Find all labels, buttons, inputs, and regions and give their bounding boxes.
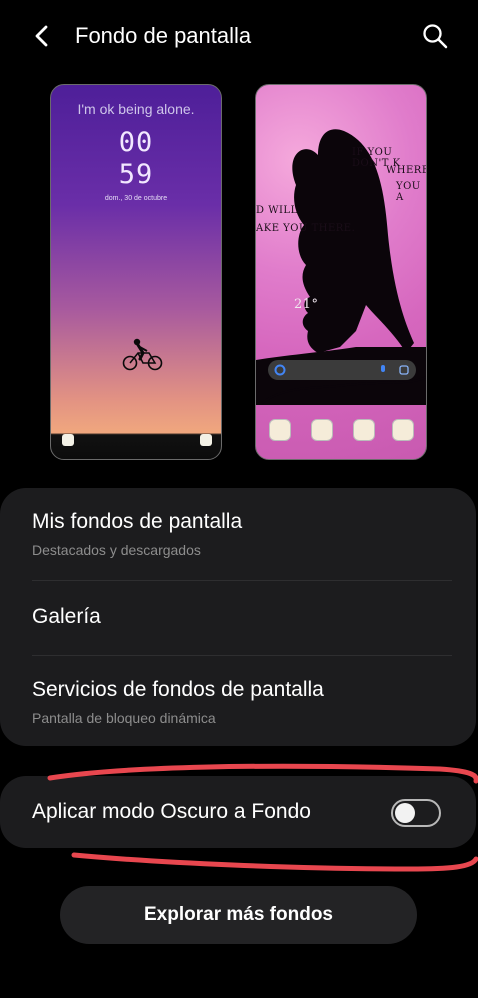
- alice-silhouette: [256, 129, 426, 405]
- lock-quote: I'm ok being alone.: [77, 101, 195, 117]
- my-wallpapers-subtitle: Destacados y descargados: [32, 542, 201, 558]
- home-text-line-3: YOU A: [396, 181, 421, 203]
- gallery-item[interactable]: Galería: [0, 581, 476, 655]
- camera-app-icon: [392, 419, 414, 441]
- camera-shortcut-icon: [200, 434, 212, 446]
- my-wallpapers-item[interactable]: Mis fondos de pantalla Destacados y desc…: [0, 488, 476, 580]
- wallpaper-services-title: Servicios de fondos de pantalla: [32, 678, 324, 701]
- google-logo-icon: [274, 364, 286, 376]
- weather-widget: 21°: [294, 297, 319, 312]
- google-search-bar: [268, 360, 416, 380]
- cyclist-silhouette: [122, 338, 163, 371]
- back-arrow-icon[interactable]: [28, 22, 56, 50]
- lock-clock-hour: 00: [118, 127, 154, 158]
- my-wallpapers-title: Mis fondos de pantalla: [32, 510, 243, 533]
- dark-mode-toggle[interactable]: [391, 799, 441, 827]
- chrome-app-icon: [353, 419, 375, 441]
- home-text-line-4: D WILL: [256, 205, 298, 216]
- home-text-line-2: WHERE: [386, 165, 427, 176]
- phone-shortcut-icon: [62, 434, 74, 446]
- app-header: Fondo de pantalla: [0, 0, 478, 72]
- gallery-title: Galería: [32, 605, 101, 628]
- search-icon[interactable]: [420, 21, 450, 51]
- microphone-icon: [381, 365, 385, 372]
- page-title: Fondo de pantalla: [75, 23, 252, 48]
- explore-more-wallpapers-button[interactable]: Explorar más fondos: [60, 886, 417, 944]
- wallpaper-services-subtitle: Pantalla de bloqueo dinámica: [32, 710, 216, 726]
- home-text-line-5: AKE YOU THERE.: [256, 223, 356, 234]
- dark-mode-label: Aplicar modo Oscuro a Fondo: [32, 800, 311, 823]
- home-screen-preview[interactable]: IF YOU DON'T K WHERE YOU A D WILL AKE YO…: [255, 84, 427, 460]
- lock-screen-preview[interactable]: I'm ok being alone. 00 59 dom., 30 de oc…: [50, 84, 222, 460]
- messages-app-icon: [311, 419, 333, 441]
- lock-date: dom., 30 de octubre: [104, 195, 168, 202]
- lens-icon: [399, 365, 409, 375]
- wallpaper-services-item[interactable]: Servicios de fondos de pantalla Pantalla…: [0, 656, 476, 746]
- dark-mode-card[interactable]: Aplicar modo Oscuro a Fondo: [0, 776, 476, 848]
- lock-clock-minute: 59: [118, 159, 154, 190]
- toggle-knob: [395, 803, 415, 823]
- phone-app-icon: [269, 419, 291, 441]
- wallpaper-options-card: Mis fondos de pantalla Destacados y desc…: [0, 488, 476, 746]
